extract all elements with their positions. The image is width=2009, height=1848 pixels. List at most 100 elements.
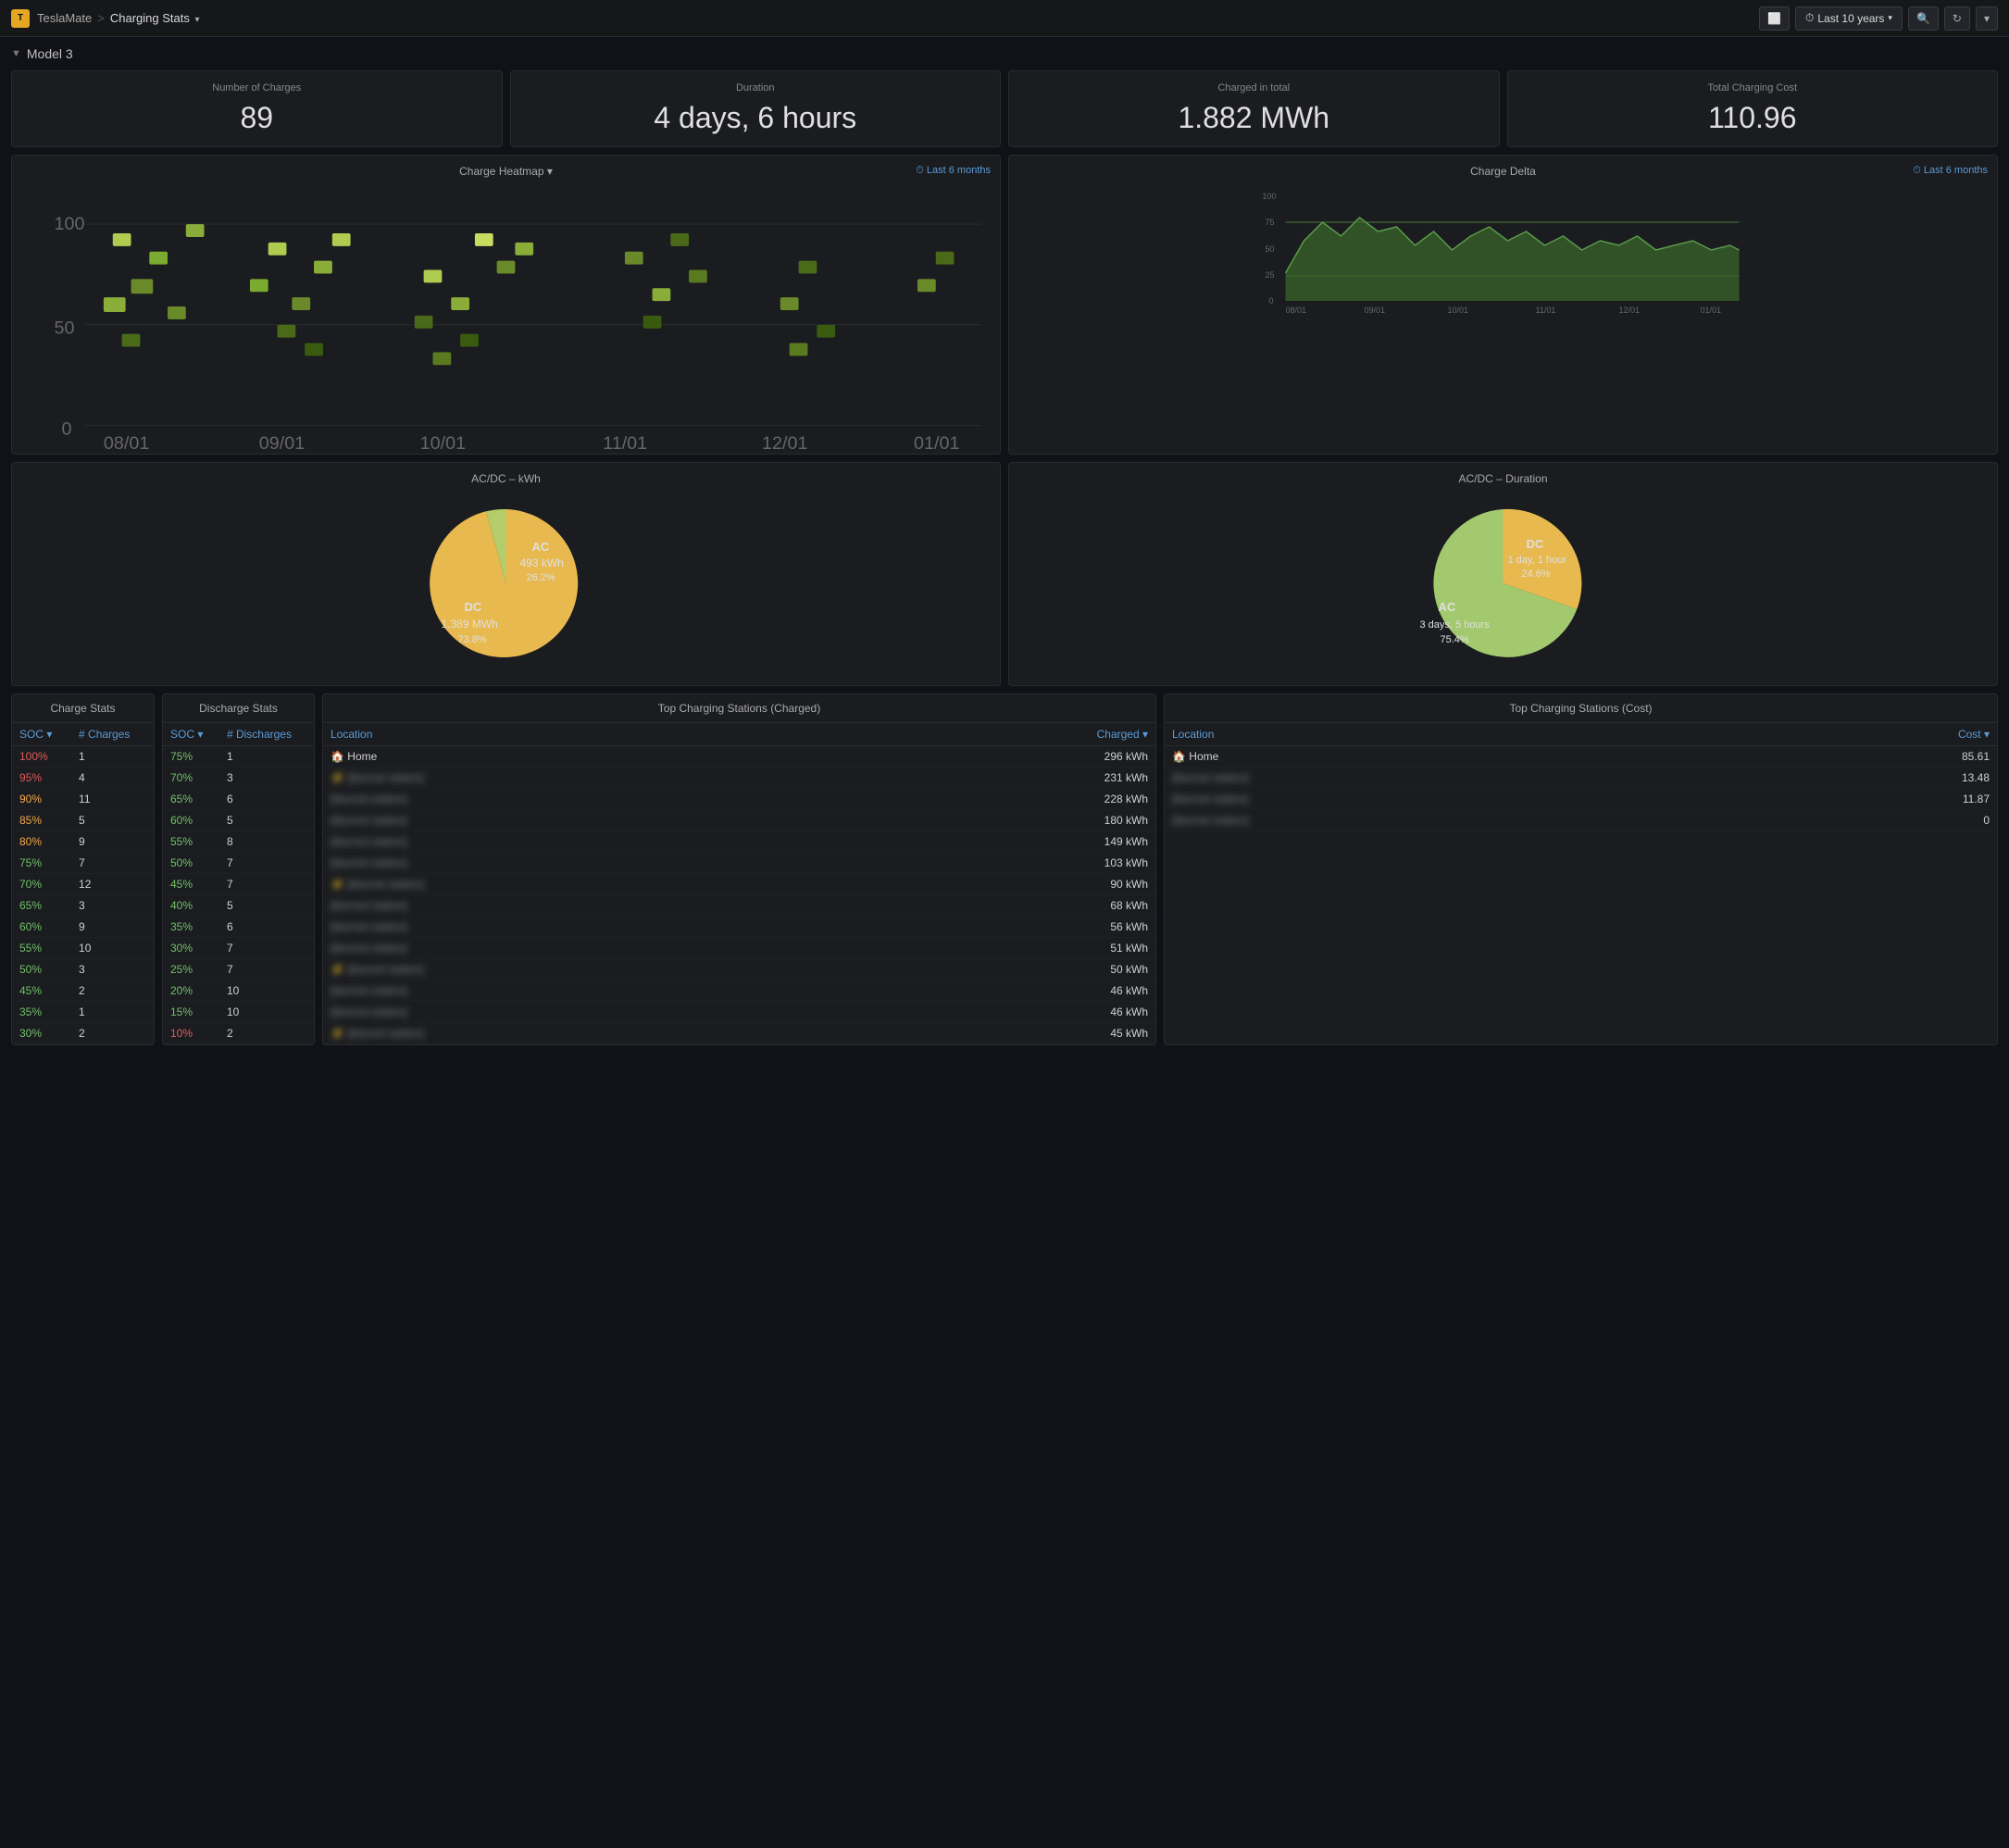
list-item: 35% 1 (12, 1001, 154, 1022)
soc-cell: 100% (12, 745, 71, 767)
charges-cell: 4 (71, 767, 154, 788)
stat-value-cost: 110.96 (1519, 101, 1987, 135)
cost-col-header[interactable]: Cost ▾ (1717, 723, 1997, 746)
svg-text:100: 100 (1263, 192, 1277, 201)
soc-cell: 60% (12, 916, 71, 937)
screen-button[interactable]: ⬜ (1759, 6, 1790, 31)
charge-stats-title: Charge Stats (12, 694, 154, 723)
charges-cell: 10 (71, 937, 154, 958)
soc-cell: 45% (12, 980, 71, 1001)
discharges-cell: 5 (219, 809, 314, 830)
soc-cell: 55% (12, 937, 71, 958)
location-cell: ⚡ [blurred station] (323, 767, 840, 788)
discharges-cell: 7 (219, 852, 314, 873)
time-range-button[interactable]: ⏱ Last 10 years ▾ (1795, 6, 1903, 31)
location-cell: [blurred station] (323, 916, 840, 937)
list-item: ⚡ [blurred station] 45 kWh (323, 1022, 1155, 1043)
cost-location-cell: [blurred station] (1165, 767, 1717, 788)
soc-cell: 10% (163, 1022, 219, 1043)
svg-text:50: 50 (1266, 244, 1275, 254)
app-logo: T (11, 9, 30, 28)
discharges-col-header[interactable]: # Discharges (219, 723, 314, 746)
tables-row: Charge Stats SOC ▾ # Charges 100% 195% 4… (11, 693, 1998, 1045)
list-item: 30% 7 (163, 937, 314, 958)
svg-text:10/01: 10/01 (420, 433, 466, 454)
list-item: [blurred station] 103 kWh (323, 852, 1155, 873)
charged-value-cell: 46 kWh (840, 980, 1155, 1001)
discharge-soc-col-header[interactable]: SOC ▾ (163, 723, 219, 746)
charge-stats-table: SOC ▾ # Charges 100% 195% 490% 1185% 580… (12, 723, 154, 1044)
kwh-pie-panel: AC/DC – kWh DC 1.389 MWh 73.8% AC (11, 462, 1001, 686)
collapse-icon[interactable]: ▼ (11, 48, 21, 59)
list-item: [blurred station] 0 (1165, 809, 1997, 830)
list-item: 70% 12 (12, 873, 154, 894)
charges-cell: 3 (71, 894, 154, 916)
list-item: 65% 3 (12, 894, 154, 916)
list-item: [blurred station] 228 kWh (323, 788, 1155, 809)
charges-cell: 1 (71, 745, 154, 767)
main-content: ▼ Model 3 Number of Charges 89 Duration … (0, 37, 2009, 1055)
charges-col-header[interactable]: # Charges (71, 723, 154, 746)
list-item: ⚡ [blurred station] 90 kWh (323, 873, 1155, 894)
stat-card-total: Charged in total 1.882 MWh (1008, 70, 1500, 147)
list-item: [blurred station] 51 kWh (323, 937, 1155, 958)
search-button[interactable]: 🔍 (1908, 6, 1939, 31)
list-item: 60% 5 (163, 809, 314, 830)
soc-cell: 75% (163, 745, 219, 767)
delta-time-badge[interactable]: ⏱ Last 6 months (1913, 165, 1988, 177)
list-item: 55% 10 (12, 937, 154, 958)
soc-col-header[interactable]: SOC ▾ (12, 723, 71, 746)
soc-cell: 35% (12, 1001, 71, 1022)
list-item: 55% 8 (163, 830, 314, 852)
discharges-cell: 10 (219, 980, 314, 1001)
more-options-button[interactable]: ▾ (1976, 6, 1998, 31)
duration-pie-area: DC 1 day, 1 hour 24.6% AC 3 days, 5 hour… (1018, 491, 1988, 676)
duration-pie-chart: DC 1 day, 1 hour 24.6% AC 3 days, 5 hour… (1018, 491, 1988, 676)
list-item: 45% 2 (12, 980, 154, 1001)
discharges-cell: 2 (219, 1022, 314, 1043)
cost-value-cell: 85.61 (1717, 745, 1997, 767)
charges-cell: 2 (71, 980, 154, 1001)
charts-row-1: Charge Heatmap ▾ ⏱ Last 6 months 100 50 … (11, 155, 1998, 455)
location-cell: [blurred station] (323, 809, 840, 830)
list-item: 60% 9 (12, 916, 154, 937)
delta-title: Charge Delta (1018, 165, 1988, 178)
list-item: 95% 4 (12, 767, 154, 788)
svg-text:26.2%: 26.2% (527, 572, 555, 583)
charged-col-header[interactable]: Charged ▾ (840, 723, 1155, 746)
charge-heatmap-panel: Charge Heatmap ▾ ⏱ Last 6 months 100 50 … (11, 155, 1001, 455)
cost-location-cell: 🏠 Home (1165, 745, 1717, 767)
top-charging-charged-title: Top Charging Stations (Charged) (323, 694, 1155, 723)
heatmap-title[interactable]: Charge Heatmap ▾ (21, 165, 991, 178)
cost-location-col-header[interactable]: Location (1165, 723, 1717, 746)
cost-value-cell: 11.87 (1717, 788, 1997, 809)
soc-cell: 40% (163, 894, 219, 916)
discharges-cell: 6 (219, 788, 314, 809)
soc-cell: 95% (12, 767, 71, 788)
svg-text:75: 75 (1266, 218, 1275, 227)
location-cell: [blurred station] (323, 1001, 840, 1022)
stat-card-charges: Number of Charges 89 (11, 70, 503, 147)
list-item: [blurred station] 68 kWh (323, 894, 1155, 916)
list-item: 40% 5 (163, 894, 314, 916)
heatmap-time-badge[interactable]: ⏱ Last 6 months (916, 165, 991, 177)
stat-cards-row: Number of Charges 89 Duration 4 days, 6 … (11, 70, 1998, 147)
svg-text:3 days, 5 hours: 3 days, 5 hours (1420, 619, 1491, 631)
stat-card-cost: Total Charging Cost 110.96 (1507, 70, 1999, 147)
discharges-cell: 5 (219, 894, 314, 916)
list-item: ⚡ [blurred station] 50 kWh (323, 958, 1155, 980)
location-cell: ⚡ [blurred station] (323, 873, 840, 894)
charged-value-cell: 228 kWh (840, 788, 1155, 809)
location-col-header[interactable]: Location (323, 723, 840, 746)
svg-text:11/01: 11/01 (1536, 306, 1556, 315)
svg-text:08/01: 08/01 (104, 433, 149, 454)
cost-value-cell: 0 (1717, 809, 1997, 830)
charges-cell: 5 (71, 809, 154, 830)
refresh-button[interactable]: ↻ (1944, 6, 1970, 31)
svg-text:09/01: 09/01 (259, 433, 305, 454)
svg-text:01/01: 01/01 (914, 433, 959, 454)
pie-charts-row: AC/DC – kWh DC 1.389 MWh 73.8% AC (11, 462, 1998, 686)
discharges-cell: 8 (219, 830, 314, 852)
stat-card-duration: Duration 4 days, 6 hours (510, 70, 1002, 147)
list-item: 85% 5 (12, 809, 154, 830)
